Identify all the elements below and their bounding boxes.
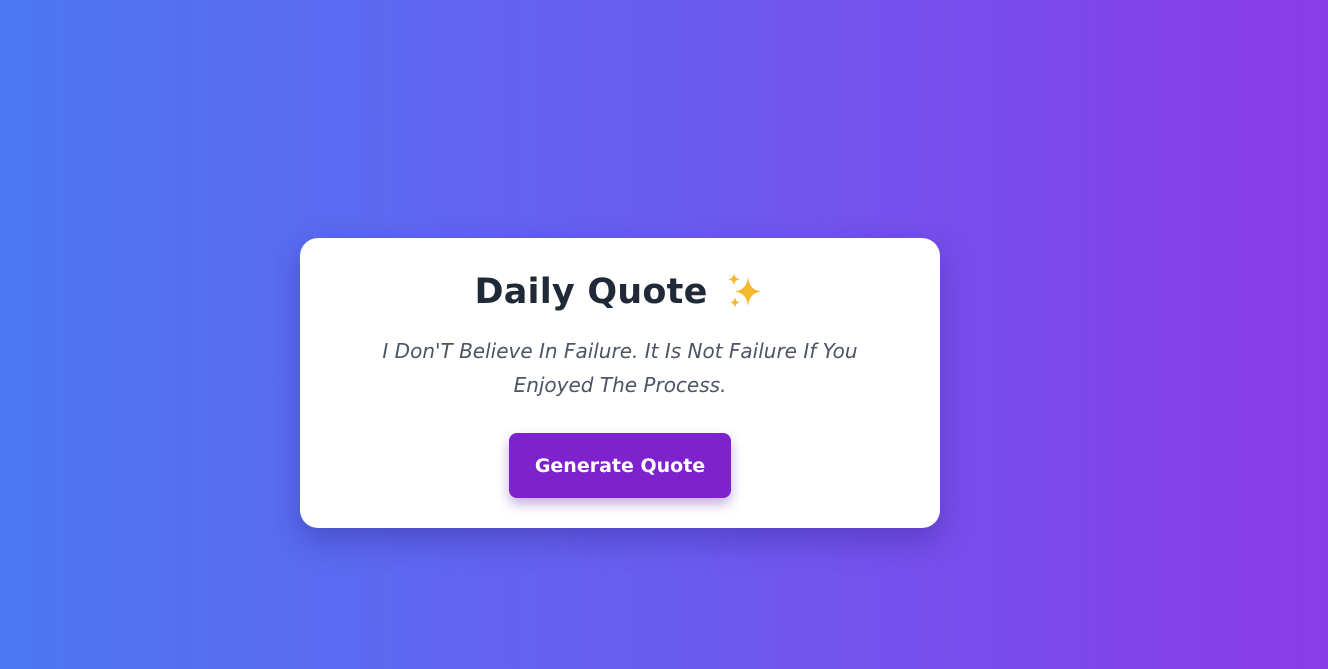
quote-text: I Don'T Believe In Failure. It Is Not Fa… [382,339,858,397]
page-title: Daily Quote [474,272,708,312]
quote-card: Daily Quote I Don'T Believe In Failure. … [300,238,940,528]
sparkles-icon [724,271,766,313]
generate-quote-button[interactable]: Generate Quote [509,433,731,498]
title-row: Daily Quote [300,268,940,316]
